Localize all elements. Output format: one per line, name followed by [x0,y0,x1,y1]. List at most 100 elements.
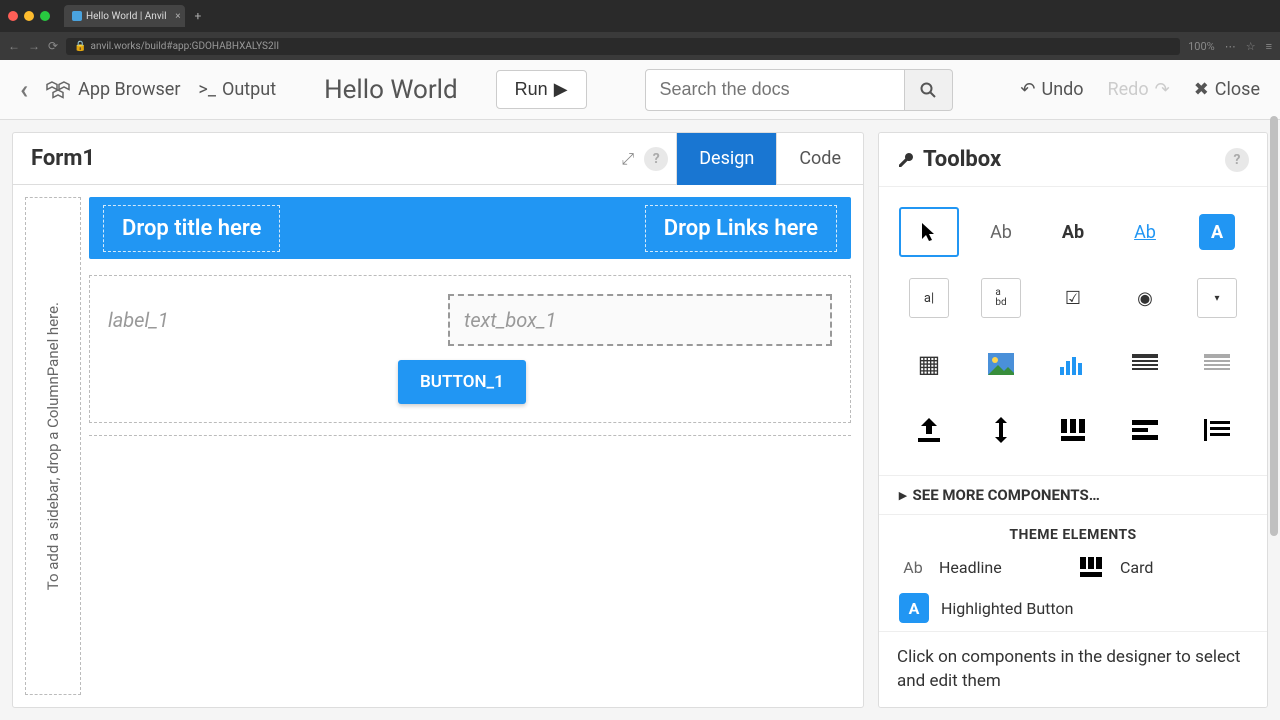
designer-panel: Form1 ⤢ ? Design Code To add a sidebar, … [12,132,864,708]
designer-body: To add a sidebar, drop a ColumnPanel her… [13,185,863,707]
textbox-component[interactable]: text_box_1 [448,294,832,346]
link-icon: Ab [1134,222,1156,243]
bookmark-icon[interactable]: ☆ [1246,40,1256,53]
close-icon: ✖ [1194,79,1209,100]
label-icon: Ab [990,222,1012,243]
theme-card-label: Card [1120,558,1153,577]
tool-dropdown[interactable]: ▾ [1187,273,1247,323]
run-button[interactable]: Run ▶ [496,70,587,109]
tool-link[interactable]: Ab [1115,207,1175,257]
tool-textbox[interactable]: a| [899,273,959,323]
expand-icon[interactable]: ⤢ [621,149,634,169]
component-grid: Ab Ab Ab A a| abd ☑ ◉ ▾ ▦ [879,187,1267,475]
form-canvas[interactable]: Drop title here Drop Links here label_1 … [89,197,851,695]
tool-datepicker[interactable]: ▦ [899,339,959,389]
window-controls[interactable] [8,11,50,21]
reload-icon[interactable]: ⟳ [48,39,58,53]
chart-icon [1060,353,1086,375]
tool-textarea[interactable]: abd [971,273,1031,323]
tool-fileloader[interactable] [899,405,959,455]
extension-icon[interactable]: ⋯ [1225,40,1236,53]
theme-card[interactable]: Card [1080,557,1247,577]
tool-label[interactable]: Ab [971,207,1031,257]
menu-icon[interactable]: ≡ [1266,40,1272,53]
close-button[interactable]: ✖ Close [1194,79,1260,100]
theme-highlighted-button[interactable]: A Highlighted Button [899,593,1247,623]
close-window-icon[interactable] [8,11,18,21]
app-header-zone[interactable]: Drop title here Drop Links here [89,197,851,259]
tool-radio[interactable]: ◉ [1115,273,1175,323]
radio-icon: ◉ [1137,288,1153,309]
theme-headline-label: Headline [939,558,1002,577]
output-link[interactable]: >_ Output [198,79,276,100]
tab-design[interactable]: Design [676,133,776,185]
tool-checkbox[interactable]: ☑ [1043,273,1103,323]
checkbox-icon: ☑ [1065,288,1081,309]
close-label: Close [1215,79,1260,100]
linearpanel-icon [1132,420,1158,440]
undo-label: Undo [1042,79,1084,100]
highlighted-button-icon: A [899,593,929,623]
headline-icon: Ab [899,558,927,577]
theme-headline[interactable]: Ab Headline [899,557,1066,577]
dropzone-divider[interactable] [89,435,851,436]
main-area: Form1 ⤢ ? Design Code To add a sidebar, … [0,120,1280,720]
theme-elements-header: THEME ELEMENTS [879,515,1267,549]
title-dropzone[interactable]: Drop title here [103,205,280,252]
toolbox-hint: Click on components in the designer to s… [879,631,1267,708]
undo-button[interactable]: ↶ Undo [1020,79,1083,100]
redo-label: Redo [1108,79,1149,100]
tool-columnpanel[interactable] [1043,405,1103,455]
tab-code[interactable]: Code [776,133,863,185]
pointer-icon [920,221,938,243]
tool-datagrid[interactable] [1115,339,1175,389]
wrench-icon [897,151,915,169]
see-more-components[interactable]: ▸ SEE MORE COMPONENTS… [879,475,1267,515]
tool-linearpanel[interactable] [1115,405,1175,455]
form-name: Form1 [13,146,621,171]
favicon-icon [72,11,82,21]
zoom-indicator[interactable]: 100% [1188,40,1215,53]
theme-highlighted-button-label: Highlighted Button [941,599,1073,618]
tool-spacer[interactable] [971,405,1031,455]
tool-flowpanel[interactable] [1187,405,1247,455]
toolbox-title: Toolbox [923,147,1217,172]
image-icon [988,353,1014,375]
browser-tab-bar: Hello World | Anvil × + [0,0,1280,32]
sidebar-dropzone[interactable]: To add a sidebar, drop a ColumnPanel her… [25,197,81,695]
tool-pointer[interactable] [899,207,959,257]
app-browser-label: App Browser [78,79,180,100]
tool-button[interactable]: A [1187,207,1247,257]
url-bar: ← → ⟳ 🔒 anvil.works/build#app:GDOHABHXAL… [0,32,1280,60]
search-icon [920,82,936,98]
nav-back-icon[interactable]: ← [8,39,20,53]
upload-icon [918,418,940,442]
label-component[interactable]: label_1 [108,308,428,332]
calendar-icon: ▦ [918,350,941,378]
tool-repeating-panel[interactable] [1187,339,1247,389]
app-title[interactable]: Hello World [324,75,458,105]
columnpanel-icon [1061,419,1085,441]
scrollbar-thumb[interactable] [1270,116,1278,536]
toolbox-help-icon[interactable]: ? [1225,148,1249,172]
chevron-right-icon: ▸ [899,486,907,504]
button-component[interactable]: BUTTON_1 [398,360,526,404]
links-dropzone[interactable]: Drop Links here [645,205,837,252]
address-field[interactable]: 🔒 anvil.works/build#app:GDOHABHXALYS2II [66,38,1180,55]
button-icon: A [1199,214,1235,250]
search-button[interactable] [905,69,953,111]
tool-label-bold[interactable]: Ab [1043,207,1103,257]
app-browser-link[interactable]: App Browser [46,79,180,101]
search-input[interactable] [645,69,905,111]
tab-close-icon[interactable]: × [175,11,180,22]
back-button[interactable]: ‹ [20,75,28,105]
tool-image[interactable] [971,339,1031,389]
help-icon[interactable]: ? [644,147,668,171]
maximize-window-icon[interactable] [40,11,50,21]
tool-plot[interactable] [1043,339,1103,389]
form-body[interactable]: label_1 text_box_1 BUTTON_1 [89,275,851,423]
browser-tab[interactable]: Hello World | Anvil × [64,5,185,27]
minimize-window-icon[interactable] [24,11,34,21]
new-tab-icon[interactable]: + [195,9,202,23]
scrollbar[interactable] [1270,116,1278,696]
